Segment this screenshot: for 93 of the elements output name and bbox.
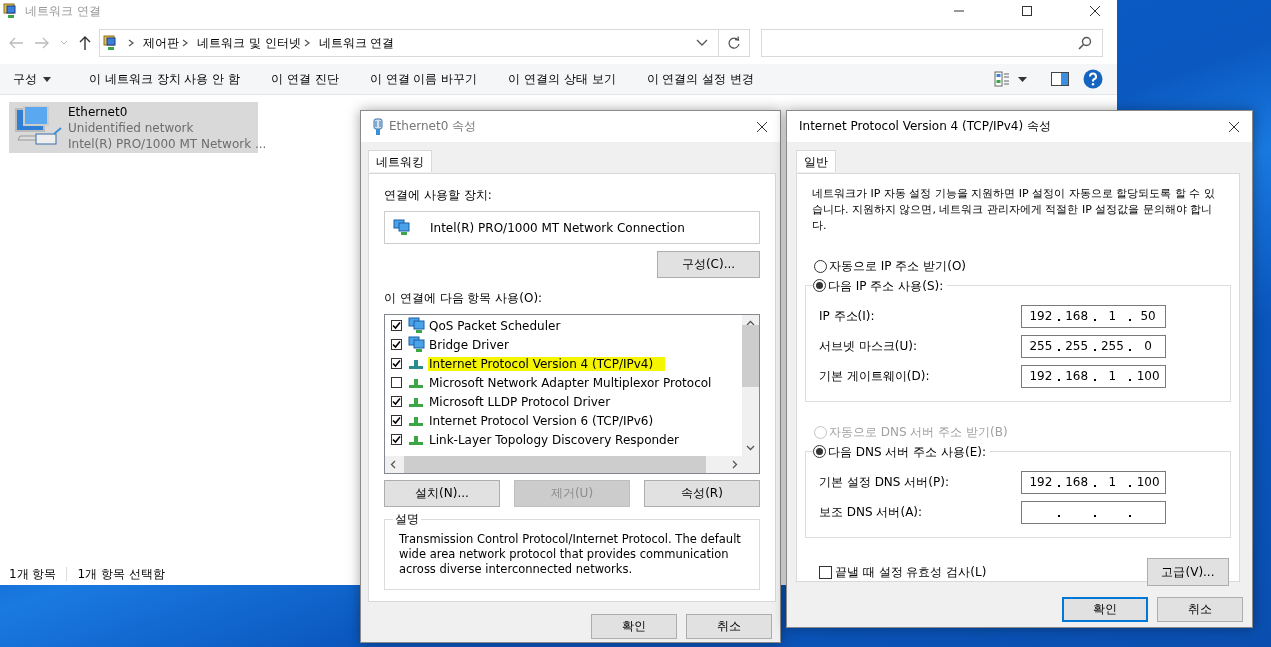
ip-address-field[interactable]: 192 168 1 50 bbox=[1021, 304, 1166, 328]
command-button[interactable]: 이 네트워크 장치 사용 안 함 bbox=[89, 70, 241, 88]
field-label: IP 주소(I): bbox=[819, 307, 876, 325]
up-arrow-icon[interactable] bbox=[78, 35, 92, 51]
network-folder-icon bbox=[3, 3, 19, 19]
radio-button[interactable] bbox=[814, 260, 827, 273]
help-icon[interactable] bbox=[1083, 69, 1103, 89]
checkbox[interactable] bbox=[819, 565, 832, 579]
close-icon[interactable] bbox=[1089, 5, 1101, 17]
scroll-right-icon bbox=[732, 460, 738, 469]
list-item[interactable]: Bridge Driver bbox=[428, 337, 510, 352]
checkbox[interactable] bbox=[391, 377, 402, 388]
list-item[interactable]: Microsoft LLDP Protocol Driver bbox=[428, 394, 612, 409]
dialog-button[interactable]: 취소 bbox=[1157, 597, 1243, 622]
field-label: 서브넷 마스크(U): bbox=[819, 337, 918, 355]
breadcrumb-item[interactable]: 제어판 bbox=[143, 34, 179, 52]
search-field[interactable] bbox=[761, 29, 1103, 57]
caret-icon bbox=[43, 76, 51, 82]
description-text: Transmission Control Protocol/Internet Protocol. The default wide area network protocol that provides communication across diverse interconnected networks. bbox=[399, 532, 742, 577]
network-service-icon bbox=[408, 336, 426, 353]
command-button[interactable]: 이 연결 이름 바꾸기 bbox=[369, 70, 478, 88]
group-legend: 설명 bbox=[393, 511, 421, 527]
tab[interactable]: 일반 bbox=[796, 150, 836, 172]
dropdown-caret-icon[interactable] bbox=[696, 39, 708, 47]
dropdown-caret-icon[interactable] bbox=[1018, 76, 1027, 82]
command-button[interactable]: 이 연결의 상태 보기 bbox=[508, 70, 616, 88]
network-folder-icon bbox=[103, 35, 119, 51]
search-icon bbox=[1078, 36, 1092, 50]
action-button[interactable]: 설치(N)... bbox=[384, 480, 500, 507]
status-text: 1개 항목 bbox=[9, 565, 57, 583]
radio-button[interactable] bbox=[813, 445, 826, 458]
chevron-icon bbox=[127, 38, 135, 48]
menu-button[interactable]: 구성 bbox=[13, 70, 51, 88]
checkbox[interactable] bbox=[391, 415, 402, 426]
chevron-icon bbox=[302, 38, 311, 48]
dialog-button[interactable]: 취소 bbox=[686, 614, 772, 639]
ip-address-field[interactable]: 192 168 1 100 bbox=[1021, 470, 1166, 494]
radio-label[interactable]: 자동으로 IP 주소 받기(O) bbox=[829, 258, 967, 275]
checkbox-label[interactable]: 끝낼 때 설정 유효성 검사(L) bbox=[835, 563, 987, 581]
vertical-scrollbar[interactable] bbox=[742, 315, 759, 456]
view-options-icon[interactable] bbox=[994, 71, 1010, 87]
field-label: 기본 게이트웨이(D): bbox=[819, 367, 931, 385]
preview-pane-icon[interactable] bbox=[1051, 72, 1069, 86]
advanced-button[interactable]: 고급(V)... bbox=[1147, 558, 1229, 586]
network-computer-icon bbox=[12, 106, 62, 148]
breadcrumb-item[interactable]: 네트워크 연결 bbox=[318, 34, 395, 52]
dialog-button[interactable]: 확인 bbox=[1062, 597, 1148, 622]
intro-text: 네트워크가 IP 자동 설정 기능을 지원하면 IP 설정이 자동으로 할당되도록 할 수 있습니다. 지원하지 않으면, 네트워크 관리자에게 적절한 IP 설정값을 문의해야 합니다. bbox=[812, 186, 1216, 234]
field-label: 연결에 사용할 장치: bbox=[384, 187, 493, 204]
ip-address-field[interactable]: 192 168 1 100 bbox=[1021, 364, 1166, 388]
close-icon[interactable] bbox=[756, 120, 768, 133]
radio-button[interactable] bbox=[813, 279, 826, 292]
network-plug-icon bbox=[373, 117, 383, 136]
list-item[interactable]: Internet Protocol Version 4 (TCP/IPv4) bbox=[428, 356, 666, 371]
refresh-icon bbox=[727, 36, 741, 50]
device-field: Intel(R) PRO/1000 MT Network Connection bbox=[384, 211, 760, 244]
window-title: 네트워크 연결 bbox=[25, 2, 101, 20]
action-button[interactable]: 속성(R) bbox=[644, 480, 760, 507]
dialog-title: Ethernet0 속성 bbox=[389, 118, 477, 135]
maximize-icon[interactable] bbox=[1021, 5, 1033, 17]
close-icon[interactable] bbox=[1228, 120, 1240, 133]
list-item[interactable]: Link-Layer Topology Discovery Responder bbox=[428, 432, 680, 447]
connection-name: Ethernet0 bbox=[68, 104, 129, 120]
ip-address-field[interactable]: 255 255 255 0 bbox=[1021, 334, 1166, 358]
checkbox[interactable] bbox=[391, 358, 402, 369]
scroll-down-icon bbox=[746, 445, 755, 451]
status-text: 1개 항목 선택함 bbox=[77, 565, 165, 583]
scroll-left-icon bbox=[390, 460, 396, 469]
refresh-button[interactable] bbox=[719, 29, 750, 57]
checkbox[interactable] bbox=[391, 434, 402, 445]
list-item[interactable]: Microsoft Network Adapter Multiplexor Protocol bbox=[428, 375, 713, 390]
device-name: Intel(R) PRO/1000 MT Network ... bbox=[68, 136, 267, 152]
list-item[interactable]: Internet Protocol Version 6 (TCP/IPv6) bbox=[428, 413, 655, 428]
list-item[interactable]: QoS Packet Scheduler bbox=[428, 318, 562, 333]
breadcrumb-item[interactable]: 네트워크 및 인터넷 bbox=[197, 34, 301, 52]
connection-status: Unidentified network bbox=[68, 120, 195, 136]
chevron-icon bbox=[181, 38, 189, 48]
command-button[interactable]: 이 연결의 설정 변경 bbox=[646, 70, 755, 88]
command-button[interactable]: 이 연결 진단 bbox=[271, 70, 339, 88]
field-label: 기본 설정 DNS 서버(P): bbox=[819, 473, 950, 491]
checkbox[interactable] bbox=[391, 396, 402, 407]
tab[interactable]: 네트워킹 bbox=[368, 150, 432, 172]
address-bar[interactable]: 제어판 네트워크 및 인터넷 네트워크 연결 bbox=[99, 29, 719, 57]
field-label: 이 연결에 다음 항목 사용(O): bbox=[384, 290, 544, 307]
network-adapter-icon bbox=[393, 219, 411, 236]
configure-button[interactable]: 구성(C)... bbox=[657, 251, 760, 278]
checkbox[interactable] bbox=[391, 339, 402, 350]
network-service-icon bbox=[408, 317, 426, 334]
checkbox[interactable] bbox=[391, 320, 402, 331]
field-label: 보조 DNS 서버(A): bbox=[819, 503, 924, 521]
dialog-title: Internet Protocol Version 4 (TCP/IPv4) 속성 bbox=[799, 118, 1051, 135]
dialog-button[interactable]: 확인 bbox=[591, 614, 677, 639]
ip-address-field[interactable] bbox=[1021, 500, 1166, 524]
